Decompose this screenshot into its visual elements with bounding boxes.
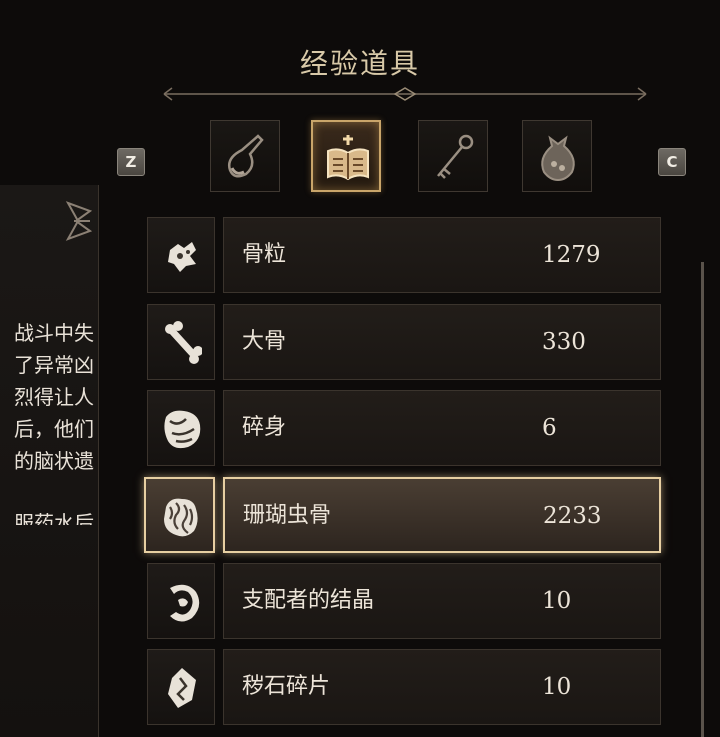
item-description-panel: 战斗中失 了异常凶 烈得让人 后，他们 的脑状遗 服药水后 bbox=[0, 185, 99, 737]
large-bone-icon bbox=[165, 321, 202, 364]
item-quantity: 6 bbox=[542, 415, 557, 441]
flask-icon bbox=[228, 134, 264, 178]
item-quantity: 10 bbox=[542, 588, 572, 614]
list-item[interactable]: 大骨 330 bbox=[147, 304, 661, 380]
item-name: 大骨 bbox=[242, 329, 287, 354]
item-quantity: 330 bbox=[542, 329, 586, 355]
description-line: 的脑状遗 bbox=[14, 449, 94, 473]
tab-consumables[interactable] bbox=[210, 120, 280, 192]
item-name: 珊瑚虫骨 bbox=[243, 503, 332, 528]
list-scrollbar[interactable] bbox=[701, 262, 704, 737]
item-quantity: 10 bbox=[542, 674, 572, 700]
prev-category-key[interactable]: Z bbox=[117, 148, 145, 176]
item-icon-slot bbox=[147, 649, 215, 725]
list-item[interactable]: 支配者的结晶 10 bbox=[147, 563, 661, 639]
item-quantity: 2233 bbox=[543, 503, 602, 529]
item-name: 秽石碎片 bbox=[242, 674, 331, 699]
item-bar: 大骨 330 bbox=[223, 304, 661, 380]
tab-keys[interactable] bbox=[418, 120, 488, 192]
ornament-icon bbox=[65, 201, 93, 241]
item-icon-slot bbox=[147, 563, 215, 639]
list-item[interactable]: 骨粒 1279 bbox=[147, 217, 661, 293]
description-line: 后，他们 bbox=[14, 417, 94, 441]
item-icon-slot bbox=[147, 390, 215, 466]
item-bar: 秽石碎片 10 bbox=[223, 649, 661, 725]
next-category-key[interactable]: C bbox=[658, 148, 686, 176]
description-line: 烈得让人 bbox=[14, 385, 94, 409]
list-item[interactable]: 碎身 6 bbox=[147, 390, 661, 466]
coral-bone-icon bbox=[164, 498, 198, 537]
description-line: 了异常凶 bbox=[14, 353, 94, 377]
bone-fragment-icon bbox=[168, 242, 196, 272]
item-name: 骨粒 bbox=[242, 242, 287, 267]
description-line: 服药水后 bbox=[14, 511, 94, 525]
item-icon-slot bbox=[147, 304, 215, 380]
tab-experience-items[interactable] bbox=[311, 120, 381, 192]
item-icon-slot bbox=[144, 477, 215, 553]
crushed-body-icon bbox=[164, 410, 201, 449]
item-name: 碎身 bbox=[242, 415, 287, 440]
item-bar: 骨粒 1279 bbox=[223, 217, 661, 293]
item-name: 支配者的结晶 bbox=[242, 588, 375, 613]
list-item-selected[interactable]: 珊瑚虫骨 2233 bbox=[144, 477, 661, 553]
tome-icon bbox=[327, 135, 369, 181]
item-bar: 碎身 6 bbox=[223, 390, 661, 466]
key-icon bbox=[437, 134, 474, 179]
description-line: 战斗中失 bbox=[14, 321, 94, 345]
item-bar: 珊瑚虫骨 2233 bbox=[223, 477, 661, 553]
crystal-icon bbox=[170, 584, 200, 622]
item-quantity: 1279 bbox=[542, 242, 601, 268]
title-divider bbox=[163, 87, 647, 101]
list-item[interactable]: 秽石碎片 10 bbox=[147, 649, 661, 725]
tab-materials[interactable] bbox=[522, 120, 592, 192]
item-bar: 支配者的结晶 10 bbox=[223, 563, 661, 639]
item-icon-slot bbox=[147, 217, 215, 293]
stone-shard-icon bbox=[168, 668, 196, 708]
pouch-icon bbox=[541, 135, 575, 182]
category-title: 经验道具 bbox=[299, 47, 420, 80]
